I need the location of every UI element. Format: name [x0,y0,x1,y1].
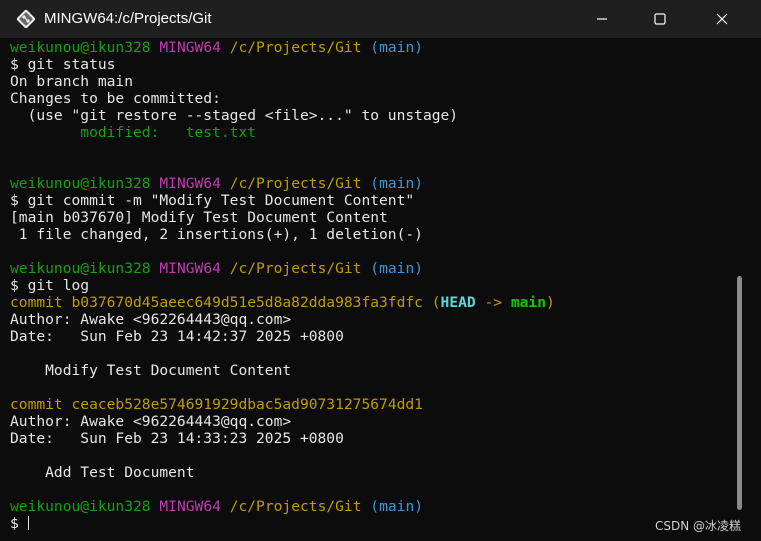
branch-ref: main [510,294,547,311]
maximize-icon [654,10,666,29]
minimize-icon [596,10,608,29]
ref-open: ( [431,294,441,311]
prompt-path: /c/Projects/Git [229,39,362,56]
head-ref: HEAD [440,294,476,311]
git-bash-icon [16,9,36,29]
prompt-path: /c/Projects/Git [229,260,362,277]
prompt-branch: (main) [370,260,424,277]
output-line: (use "git restore --staged <file>..." to… [10,107,459,124]
prompt-user: weikunou@ikun328 [10,498,151,515]
ref-close: ) [546,294,555,311]
prompt-system: MINGW64 [159,260,221,277]
ref-arrow: -> [475,294,511,311]
output-line: [main b037670] Modify Test Document Cont… [10,209,388,226]
commit-message: Modify Test Document Content [10,362,292,379]
date-line: Date: Sun Feb 23 14:42:37 2025 +0800 [10,328,344,345]
output-line: 1 file changed, 2 insertions(+), 1 delet… [10,226,423,243]
input-prompt: $ [10,515,28,532]
terminal-window: MINGW64:/c/Projects/Git weikunou@ikun328… [0,0,761,541]
author-line: Author: Awake <962264443@qq.com> [10,311,292,328]
prompt-user: weikunou@ikun328 [10,39,151,56]
prompt-user: weikunou@ikun328 [10,260,151,277]
prompt-branch: (main) [370,39,424,56]
watermark: CSDN @冰凌糕 [655,519,742,533]
commit-line: commit b037670d45aeec649d51e5d8a82dda983… [10,294,555,311]
prompt-system: MINGW64 [159,498,221,515]
output-line: On branch main [10,73,134,90]
commit-message: Add Test Document [10,464,195,481]
input-line[interactable]: $ [10,515,29,532]
prompt-path: /c/Projects/Git [229,175,362,192]
prompt-system: MINGW64 [159,175,221,192]
command-line: $ git commit -m "Modify Test Document Co… [10,192,415,209]
author-line: Author: Awake <962264443@qq.com> [10,413,292,430]
prompt-line: weikunou@ikun328 MINGW64 /c/Projects/Git… [10,260,423,277]
prompt-line: weikunou@ikun328 MINGW64 /c/Projects/Git… [10,175,423,192]
title-bar[interactable]: MINGW64:/c/Projects/Git [0,0,761,38]
prompt-branch: (main) [370,498,424,515]
minimize-button[interactable] [573,0,631,38]
output-line: Changes to be committed: [10,90,221,107]
close-icon [716,10,728,29]
commit-hash: commit ceaceb528e574691929dbac5ad9073127… [10,396,423,413]
window-title: MINGW64:/c/Projects/Git [44,10,212,27]
command-line: $ git status [10,56,116,73]
prompt-path: /c/Projects/Git [229,498,362,515]
modified-file-line: modified: test.txt [10,124,257,141]
prompt-line: weikunou@ikun328 MINGW64 /c/Projects/Git… [10,498,423,515]
date-line: Date: Sun Feb 23 14:33:23 2025 +0800 [10,430,344,447]
close-button[interactable] [692,0,752,38]
scrollbar-thumb[interactable] [737,276,742,510]
command-line: $ git log [10,277,90,294]
prompt-system: MINGW64 [159,39,221,56]
maximize-button[interactable] [631,0,689,38]
prompt-line: weikunou@ikun328 MINGW64 /c/Projects/Git… [10,39,423,56]
text-cursor [27,516,29,530]
prompt-user: weikunou@ikun328 [10,175,151,192]
terminal-output[interactable]: weikunou@ikun328 MINGW64 /c/Projects/Git… [0,38,738,541]
prompt-branch: (main) [370,175,424,192]
commit-hash: commit b037670d45aeec649d51e5d8a82dda983… [10,294,423,311]
